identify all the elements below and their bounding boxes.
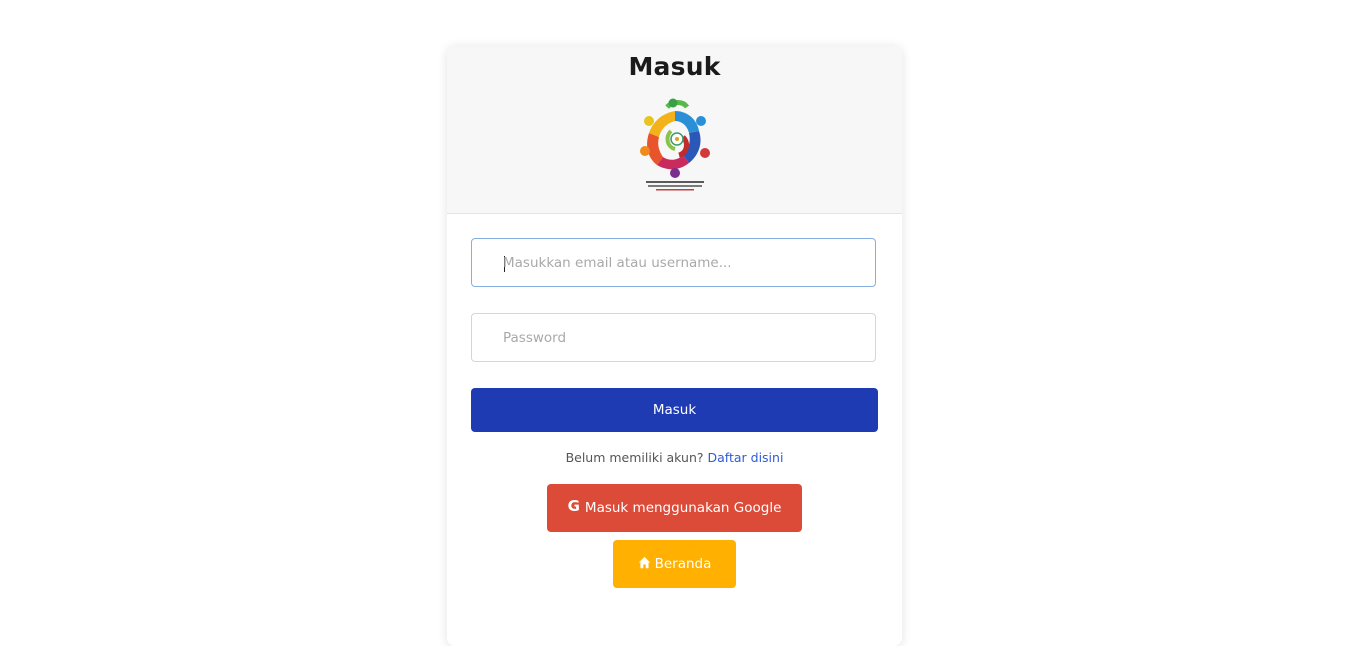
brand-logo xyxy=(640,98,710,191)
login-card-header: Masuk xyxy=(447,46,902,214)
logo-swirl xyxy=(640,98,710,178)
login-button[interactable]: Masuk xyxy=(471,388,878,432)
email-field[interactable] xyxy=(471,238,876,287)
register-prompt-text: Belum memiliki akun? xyxy=(565,450,704,465)
google-login-button[interactable]: G Masuk menggunakan Google xyxy=(547,484,802,532)
google-g-icon: G xyxy=(567,497,580,515)
email-input[interactable] xyxy=(503,239,863,286)
home-icon xyxy=(638,556,650,568)
login-card: Masuk Masukkan email atau username... Ma… xyxy=(447,46,902,646)
home-button-label: Beranda xyxy=(654,556,712,572)
google-login-label: Masuk menggunakan Google xyxy=(584,500,782,516)
password-input[interactable] xyxy=(503,314,863,361)
page-title: Masuk xyxy=(628,52,721,81)
register-link[interactable]: Daftar disini xyxy=(708,450,784,465)
register-prompt: Belum memiliki akun? Daftar disini xyxy=(447,450,902,465)
password-field[interactable] xyxy=(471,313,876,362)
home-button[interactable]: Beranda xyxy=(613,540,736,588)
